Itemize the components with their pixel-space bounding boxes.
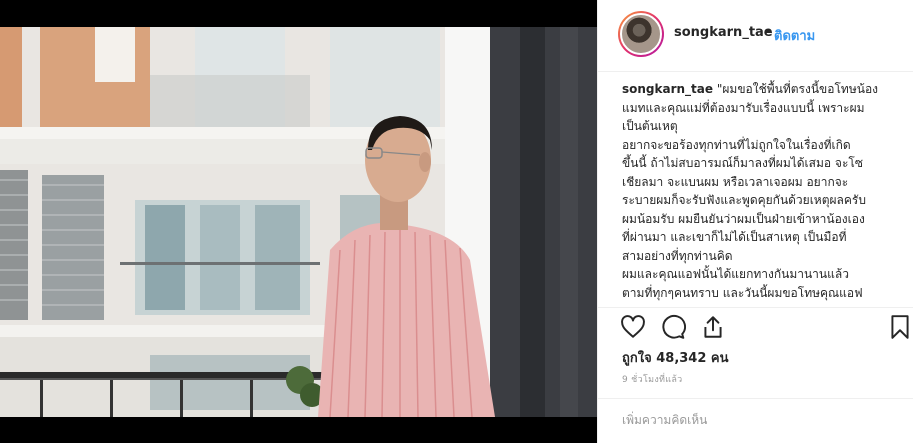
comment-input[interactable] (622, 409, 892, 431)
caption-line: ขึ้นนี้ ถ้าไม่สบอารมณ์ก็มาลงที่ผมได้เสมอ… (622, 156, 863, 170)
header-separator: • (764, 25, 772, 40)
post-image (0, 0, 597, 443)
avatar-image (620, 13, 662, 55)
post-caption: songkarn_tae "ผมขอใช้พื้นที่ตรงนี้ขอโทษน… (622, 80, 904, 302)
comment-icon[interactable] (660, 314, 686, 340)
caption-line: "ผมขอใช้พื้นที่ตรงนี้ขอโทษน้อง (716, 82, 879, 96)
header-username[interactable]: songkarn_tae (674, 25, 773, 40)
caption-line: ตามที่ทุกๆคนทราบ และวันนี้ผมขอโทษคุณแอฟ (622, 285, 863, 300)
caption-username[interactable]: songkarn_tae (622, 82, 713, 96)
caption-line: สามอย่างที่ทุกท่านคิด (622, 248, 733, 263)
share-icon[interactable] (700, 314, 726, 340)
caption-line: ที่ผ่านมา และเขาก็ไม่ได้เป็นสาเหตุ เป็นม… (622, 230, 847, 244)
post-header: songkarn_tae • ติดตาม (598, 0, 913, 72)
action-bar (598, 307, 913, 345)
caption-line: อยากจะขอร้องทุกท่านที่ไม่ถูกใจในเรื่องที… (622, 137, 851, 152)
caption-line: เป็นต้นเหตุ (622, 119, 678, 133)
follow-button[interactable]: ติดตาม (774, 25, 815, 46)
post-side-panel: songkarn_tae • ติดตาม songkarn_tae "ผมขอ… (597, 0, 913, 443)
heart-icon[interactable] (620, 314, 646, 340)
caption-line: เชียลมา จะแบนผม หรือเวลาเจอผม อยากจะ (622, 174, 849, 189)
caption-line: แมทและคุณแม่ที่ต้องมารับเรื่องแบบนี้ เพร… (622, 100, 865, 115)
bookmark-icon[interactable] (887, 314, 913, 340)
likes-count[interactable]: ถูกใจ 48,342 คน (622, 347, 729, 368)
comment-box (598, 398, 913, 443)
avatar[interactable] (618, 11, 664, 57)
caption-line: ผมน้อมรับ ผมยืนยันว่าผมเป็นฝ่ายเข้าหาน้อ… (622, 211, 865, 226)
post-timestamp[interactable]: 9 ชั่วโมงที่แล้ว (622, 372, 683, 386)
caption-line: ระบายผมก็จะรับฟังและพูดคุยกันด้วยเหตุผลค… (622, 193, 866, 207)
caption-line: ผมและคุณแอฟนั้นได้แยกทางกันมานานแล้ว (622, 267, 849, 281)
post-photo[interactable] (0, 0, 597, 443)
